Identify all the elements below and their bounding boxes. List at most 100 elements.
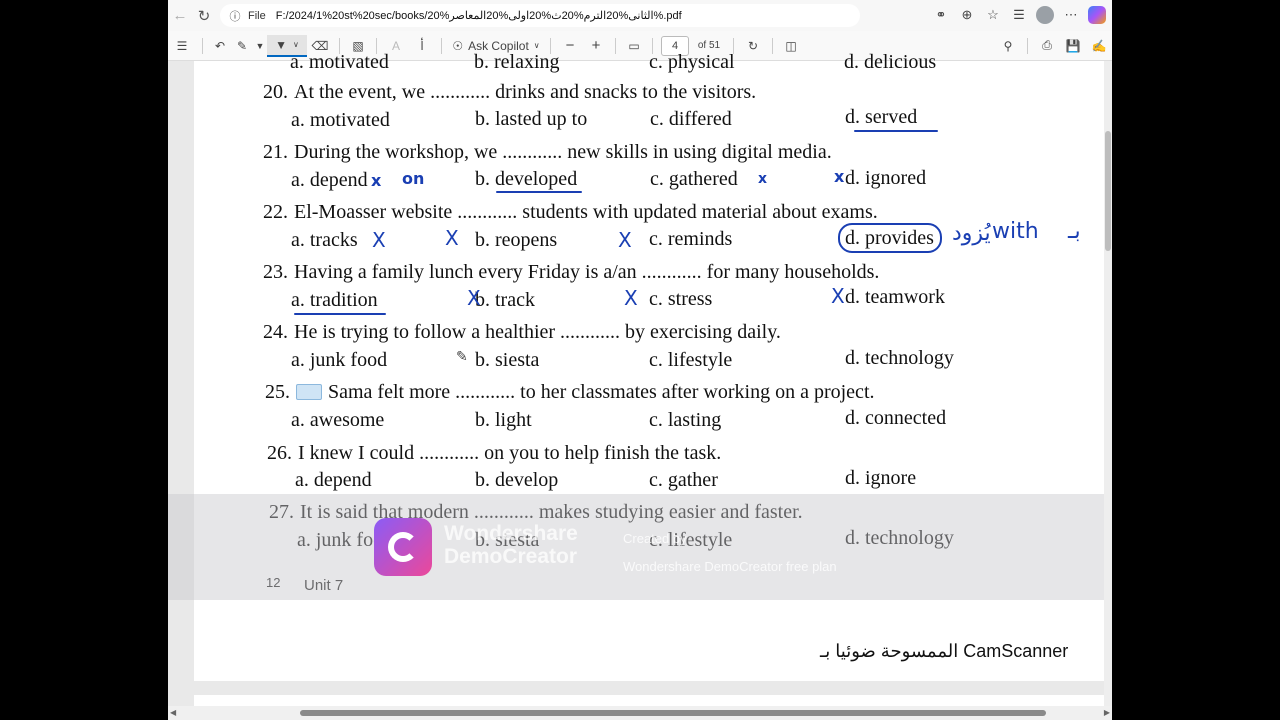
- option: a. depend: [291, 169, 368, 191]
- file-label: File: [248, 9, 266, 22]
- address-field[interactable]: ⓘ File F:/2024/1%20st%20sec/books/20%الث…: [220, 4, 860, 27]
- chevron-down-icon: ∨: [293, 40, 299, 49]
- read-aloud-icon[interactable]: ⚭: [930, 4, 952, 26]
- option: a. junk food: [291, 349, 388, 371]
- question-number: 22.: [263, 201, 288, 223]
- option: b. track: [475, 289, 535, 311]
- ink-x-mark: x: [371, 171, 382, 190]
- divider: [441, 37, 442, 54]
- rotate-icon[interactable]: ↻: [740, 35, 766, 57]
- option: d. delicious: [844, 51, 937, 73]
- refresh-icon[interactable]: ↻: [192, 4, 216, 28]
- question-number: 25.: [265, 381, 290, 403]
- question-number: 21.: [263, 141, 288, 163]
- horizontal-scrollbar[interactable]: ◀ ▶: [168, 706, 1112, 720]
- watermark-plan-line1: Created by: [623, 531, 687, 546]
- watermark-plan-line2: Wondershare DemoCreator free plan: [623, 559, 837, 574]
- watermark-brand: Wondershare DemoCreator: [444, 522, 578, 568]
- info-icon[interactable]: ⓘ: [226, 8, 244, 24]
- divider: [1027, 37, 1028, 54]
- collections-icon[interactable]: ☰: [1008, 4, 1030, 26]
- option: b. reopens: [475, 229, 558, 251]
- ink-x-mark: x: [834, 167, 845, 186]
- option: d. ignored: [845, 167, 927, 189]
- question-number: 24.: [263, 321, 288, 343]
- zoom-icon[interactable]: ⊕: [956, 4, 978, 26]
- ink-x-mark: x: [758, 171, 768, 187]
- ink-x-mark: X: [618, 228, 632, 252]
- contents-icon[interactable]: ☰: [168, 35, 196, 57]
- ink-x-mark: X: [624, 286, 638, 310]
- option: c. physical: [649, 51, 735, 73]
- option: d. teamwork: [845, 286, 945, 308]
- scroll-right-icon[interactable]: ▶: [1104, 708, 1110, 717]
- chevron-down-icon[interactable]: ▼: [253, 35, 267, 57]
- option: a. motivated: [290, 51, 389, 73]
- option: a. motivated: [291, 109, 390, 131]
- option: c. differed: [650, 108, 732, 130]
- copilot-icon: [1088, 6, 1106, 24]
- ink-note-on: on: [402, 169, 425, 188]
- more-icon[interactable]: ⋯: [1060, 4, 1082, 26]
- option: d. technology: [845, 347, 954, 369]
- option: b. lasted up to: [475, 108, 588, 130]
- question-text: El-Moasser website ............ students…: [294, 201, 878, 223]
- favorite-star-icon[interactable]: ☆: [982, 4, 1004, 26]
- option: d. ignore: [845, 467, 917, 489]
- question-number: 23.: [263, 261, 288, 283]
- ink-x-mark: X: [467, 286, 481, 310]
- profile-button[interactable]: [1034, 4, 1056, 26]
- ink-x-mark: X: [445, 226, 459, 250]
- option: a. depend: [295, 469, 372, 491]
- ink-circle: [838, 223, 942, 253]
- translate-icon[interactable]: أ: [409, 35, 435, 57]
- option: c. gather: [649, 469, 718, 491]
- question-text: During the workshop, we ............ new…: [294, 141, 832, 163]
- question-number: 20.: [263, 81, 288, 103]
- fit-page-icon[interactable]: ▭: [622, 35, 646, 57]
- vertical-scrollbar[interactable]: [1104, 61, 1112, 706]
- question-text: At the event, we ............ drinks and…: [294, 81, 757, 103]
- horizontal-scroll-thumb[interactable]: [300, 710, 1046, 716]
- camscanner-footer: الممسوحة ضوئيا بـ CamScanner: [820, 641, 1069, 661]
- search-icon[interactable]: ⚲: [995, 35, 1021, 57]
- back-arrow-icon[interactable]: ←: [168, 4, 192, 28]
- ink-arabic-note: يُزود: [952, 221, 991, 246]
- print-icon[interactable]: ⎙: [1034, 35, 1060, 57]
- zoom-out-button[interactable]: −: [557, 35, 583, 57]
- option: b. developed: [475, 168, 578, 190]
- option: c. lifestyle: [649, 349, 733, 371]
- watermark-brand-line2: DemoCreator: [444, 545, 578, 568]
- democreator-logo-icon: [374, 518, 432, 576]
- url-text[interactable]: F:/2024/1%20st%20sec/books/20%الثانى%20ا…: [276, 9, 682, 22]
- chevron-down-icon: ∨: [533, 41, 540, 50]
- question-text: Sama felt more ............ to her class…: [328, 381, 875, 403]
- option: b. relaxing: [474, 51, 560, 73]
- highlight-icon[interactable]: ✎: [231, 35, 253, 57]
- scroll-left-icon[interactable]: ◀: [170, 708, 176, 717]
- ink-x-mark: X: [831, 284, 845, 308]
- page-view-icon[interactable]: ◫: [779, 35, 803, 57]
- option: a. tracks: [291, 229, 358, 251]
- divider: [202, 37, 203, 54]
- save-icon[interactable]: 💾: [1060, 35, 1086, 57]
- question-text: He is trying to follow a healthier .....…: [294, 321, 781, 343]
- option: c. stress: [649, 288, 713, 310]
- watermark-plan: Created by Wondershare DemoCreator free …: [623, 525, 837, 581]
- avatar: [1036, 6, 1054, 24]
- qr-icon: [296, 384, 322, 400]
- copilot-button[interactable]: [1086, 4, 1108, 26]
- document-viewer[interactable]: a. motivated b. relaxing c. physical d. …: [168, 51, 1112, 715]
- zoom-in-button[interactable]: +: [583, 35, 609, 57]
- ink-note-with: with: [992, 219, 1039, 244]
- undo-icon[interactable]: ↶: [209, 35, 231, 57]
- ink-x-mark: X: [372, 228, 386, 252]
- save-as-icon[interactable]: ✍: [1086, 35, 1112, 57]
- divider: [772, 37, 773, 54]
- option: b. light: [475, 409, 532, 431]
- divider: [615, 37, 616, 54]
- option: b. siesta: [475, 349, 540, 371]
- vertical-scroll-thumb[interactable]: [1105, 131, 1111, 251]
- watermark-brand-line1: Wondershare: [444, 522, 578, 545]
- question-text: I knew I could ............ on you to he…: [298, 442, 722, 464]
